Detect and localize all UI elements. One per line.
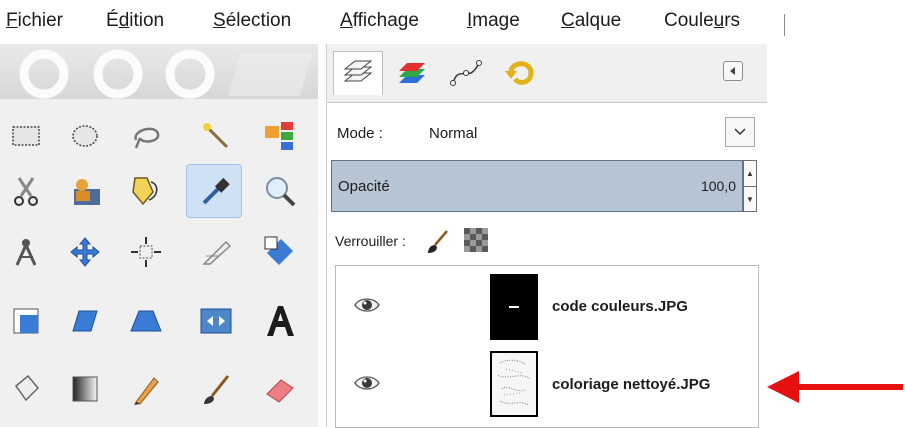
fuzzy-select-tool[interactable]	[193, 113, 239, 159]
opacity-label: Opacité	[338, 178, 390, 195]
perspective-icon	[130, 310, 162, 332]
opacity-slider[interactable]: Opacité 100,0	[331, 160, 743, 212]
menu-selection[interactable]: Sélection	[213, 10, 291, 32]
mode-label: Mode :	[337, 125, 383, 142]
coloring-page-thumbnail-icon	[497, 359, 531, 406]
crop-tool[interactable]	[193, 229, 239, 275]
layers-stack-icon	[343, 60, 373, 81]
select-by-color-tool[interactable]	[257, 113, 303, 159]
eraser-icon	[266, 379, 294, 403]
toolbox	[0, 44, 318, 427]
paintbrush-icon	[204, 375, 230, 404]
layer-name[interactable]: code couleurs.JPG	[552, 298, 688, 315]
pencil-icon	[134, 377, 159, 405]
pencil-tool[interactable]	[123, 366, 169, 412]
wilber-drop-area[interactable]	[0, 44, 318, 99]
triangle-left-icon	[730, 67, 735, 75]
layer-row[interactable]: coloriage nettoyé.JPG	[336, 348, 758, 422]
foreground-select-tool[interactable]	[62, 168, 108, 214]
eye-visibility-icon[interactable]	[354, 374, 380, 392]
tab-undo-history[interactable]	[495, 51, 545, 95]
spin-up-icon[interactable]: ▲	[744, 161, 756, 186]
foreground-select-icon	[74, 179, 100, 205]
mode-select[interactable]: Normal	[429, 125, 477, 142]
lock-alpha-checker-icon[interactable]	[463, 227, 489, 253]
menu-image[interactable]: Image	[467, 10, 520, 32]
lasso-icon	[134, 127, 160, 149]
eyedropper-icon	[202, 177, 230, 205]
mode-dropdown-button[interactable]	[725, 117, 755, 147]
menu-fichier[interactable]: Fichier	[6, 10, 63, 32]
layer-name[interactable]: coloriage nettoyé.JPG	[552, 376, 710, 393]
opacity-spin-buttons[interactable]: ▲ ▼	[743, 160, 757, 212]
scale-icon	[13, 308, 39, 334]
move-arrows-icon	[70, 237, 100, 267]
magnifier-icon	[266, 177, 296, 207]
red-arrow-annotation-icon	[767, 371, 903, 403]
eye-visibility-icon[interactable]	[354, 296, 380, 314]
paths-tool[interactable]	[123, 168, 169, 214]
align-icon	[131, 237, 161, 267]
bucket-icon	[14, 374, 40, 402]
lock-pixels-brush-icon[interactable]	[425, 227, 451, 255]
tab-layers[interactable]	[333, 51, 383, 95]
flip-icon	[200, 308, 232, 334]
layers-list: code couleurs.JPG coloriage nettoyé.JPG	[335, 265, 759, 428]
rect-select-icon	[12, 126, 40, 146]
zoom-tool[interactable]	[257, 168, 303, 214]
menu-clipped-item	[784, 14, 789, 36]
pen-nib-icon	[132, 177, 158, 206]
layer-thumbnail	[490, 274, 538, 340]
gradient-tool[interactable]	[62, 366, 108, 412]
lock-label: Verrouiller :	[335, 233, 406, 249]
transform-icon	[264, 236, 293, 265]
menu-couleurs[interactable]: Couleurs	[664, 10, 740, 32]
dock-tab-bar	[327, 44, 767, 102]
tab-paths[interactable]	[441, 51, 491, 95]
spin-down-icon[interactable]: ▼	[744, 186, 756, 212]
dock-menu-button[interactable]	[723, 61, 743, 81]
menu-calque[interactable]: Calque	[561, 10, 621, 32]
lasso-tool[interactable]	[123, 113, 169, 159]
layer-thumbnail	[490, 351, 538, 417]
text-tool[interactable]	[257, 298, 303, 344]
layer-row[interactable]: code couleurs.JPG	[336, 270, 758, 344]
move-tool[interactable]	[62, 229, 108, 275]
rect-select-tool[interactable]	[3, 113, 49, 159]
tab-channels[interactable]	[387, 51, 437, 95]
undo-history-icon	[505, 61, 534, 85]
channels-rgb-icon	[399, 63, 425, 83]
measure-tool[interactable]	[3, 229, 49, 275]
shear-icon	[72, 310, 98, 332]
menu-bar: Fichier Édition Sélection Affichage Imag…	[0, 0, 790, 44]
color-picker-tool[interactable]	[186, 164, 242, 218]
chevron-down-icon	[734, 128, 746, 136]
perspective-tool[interactable]	[123, 298, 169, 344]
align-tool[interactable]	[123, 229, 169, 275]
wilber-logo-icon	[19, 49, 312, 99]
shear-tool[interactable]	[62, 298, 108, 344]
layers-panel: Mode : Normal Opacité 100,0 ▲ ▼ Verrouil…	[327, 102, 767, 428]
magic-wand-icon	[203, 123, 229, 149]
text-a-icon	[267, 306, 294, 336]
scissors-select-tool[interactable]	[3, 168, 49, 214]
flip-tool[interactable]	[193, 298, 239, 344]
ellipse-select-tool[interactable]	[62, 113, 108, 159]
paintbrush-tool[interactable]	[193, 366, 239, 412]
paths-icon	[450, 60, 482, 86]
scissors-icon	[14, 177, 38, 206]
select-by-color-icon	[265, 122, 293, 150]
crop-knife-icon	[202, 240, 232, 265]
layers-dock: Mode : Normal Opacité 100,0 ▲ ▼ Verrouil…	[326, 44, 767, 428]
gradient-icon	[72, 376, 98, 402]
scale-tool[interactable]	[3, 298, 49, 344]
ellipse-select-icon	[72, 125, 98, 147]
bucket-fill-tool[interactable]	[3, 366, 49, 412]
eraser-tool[interactable]	[257, 366, 303, 412]
unified-transform-tool[interactable]	[257, 229, 303, 275]
menu-affichage[interactable]: Affichage	[340, 10, 419, 32]
compass-icon	[15, 239, 37, 266]
opacity-value: 100,0	[700, 178, 736, 194]
menu-edition[interactable]: Édition	[106, 10, 164, 32]
